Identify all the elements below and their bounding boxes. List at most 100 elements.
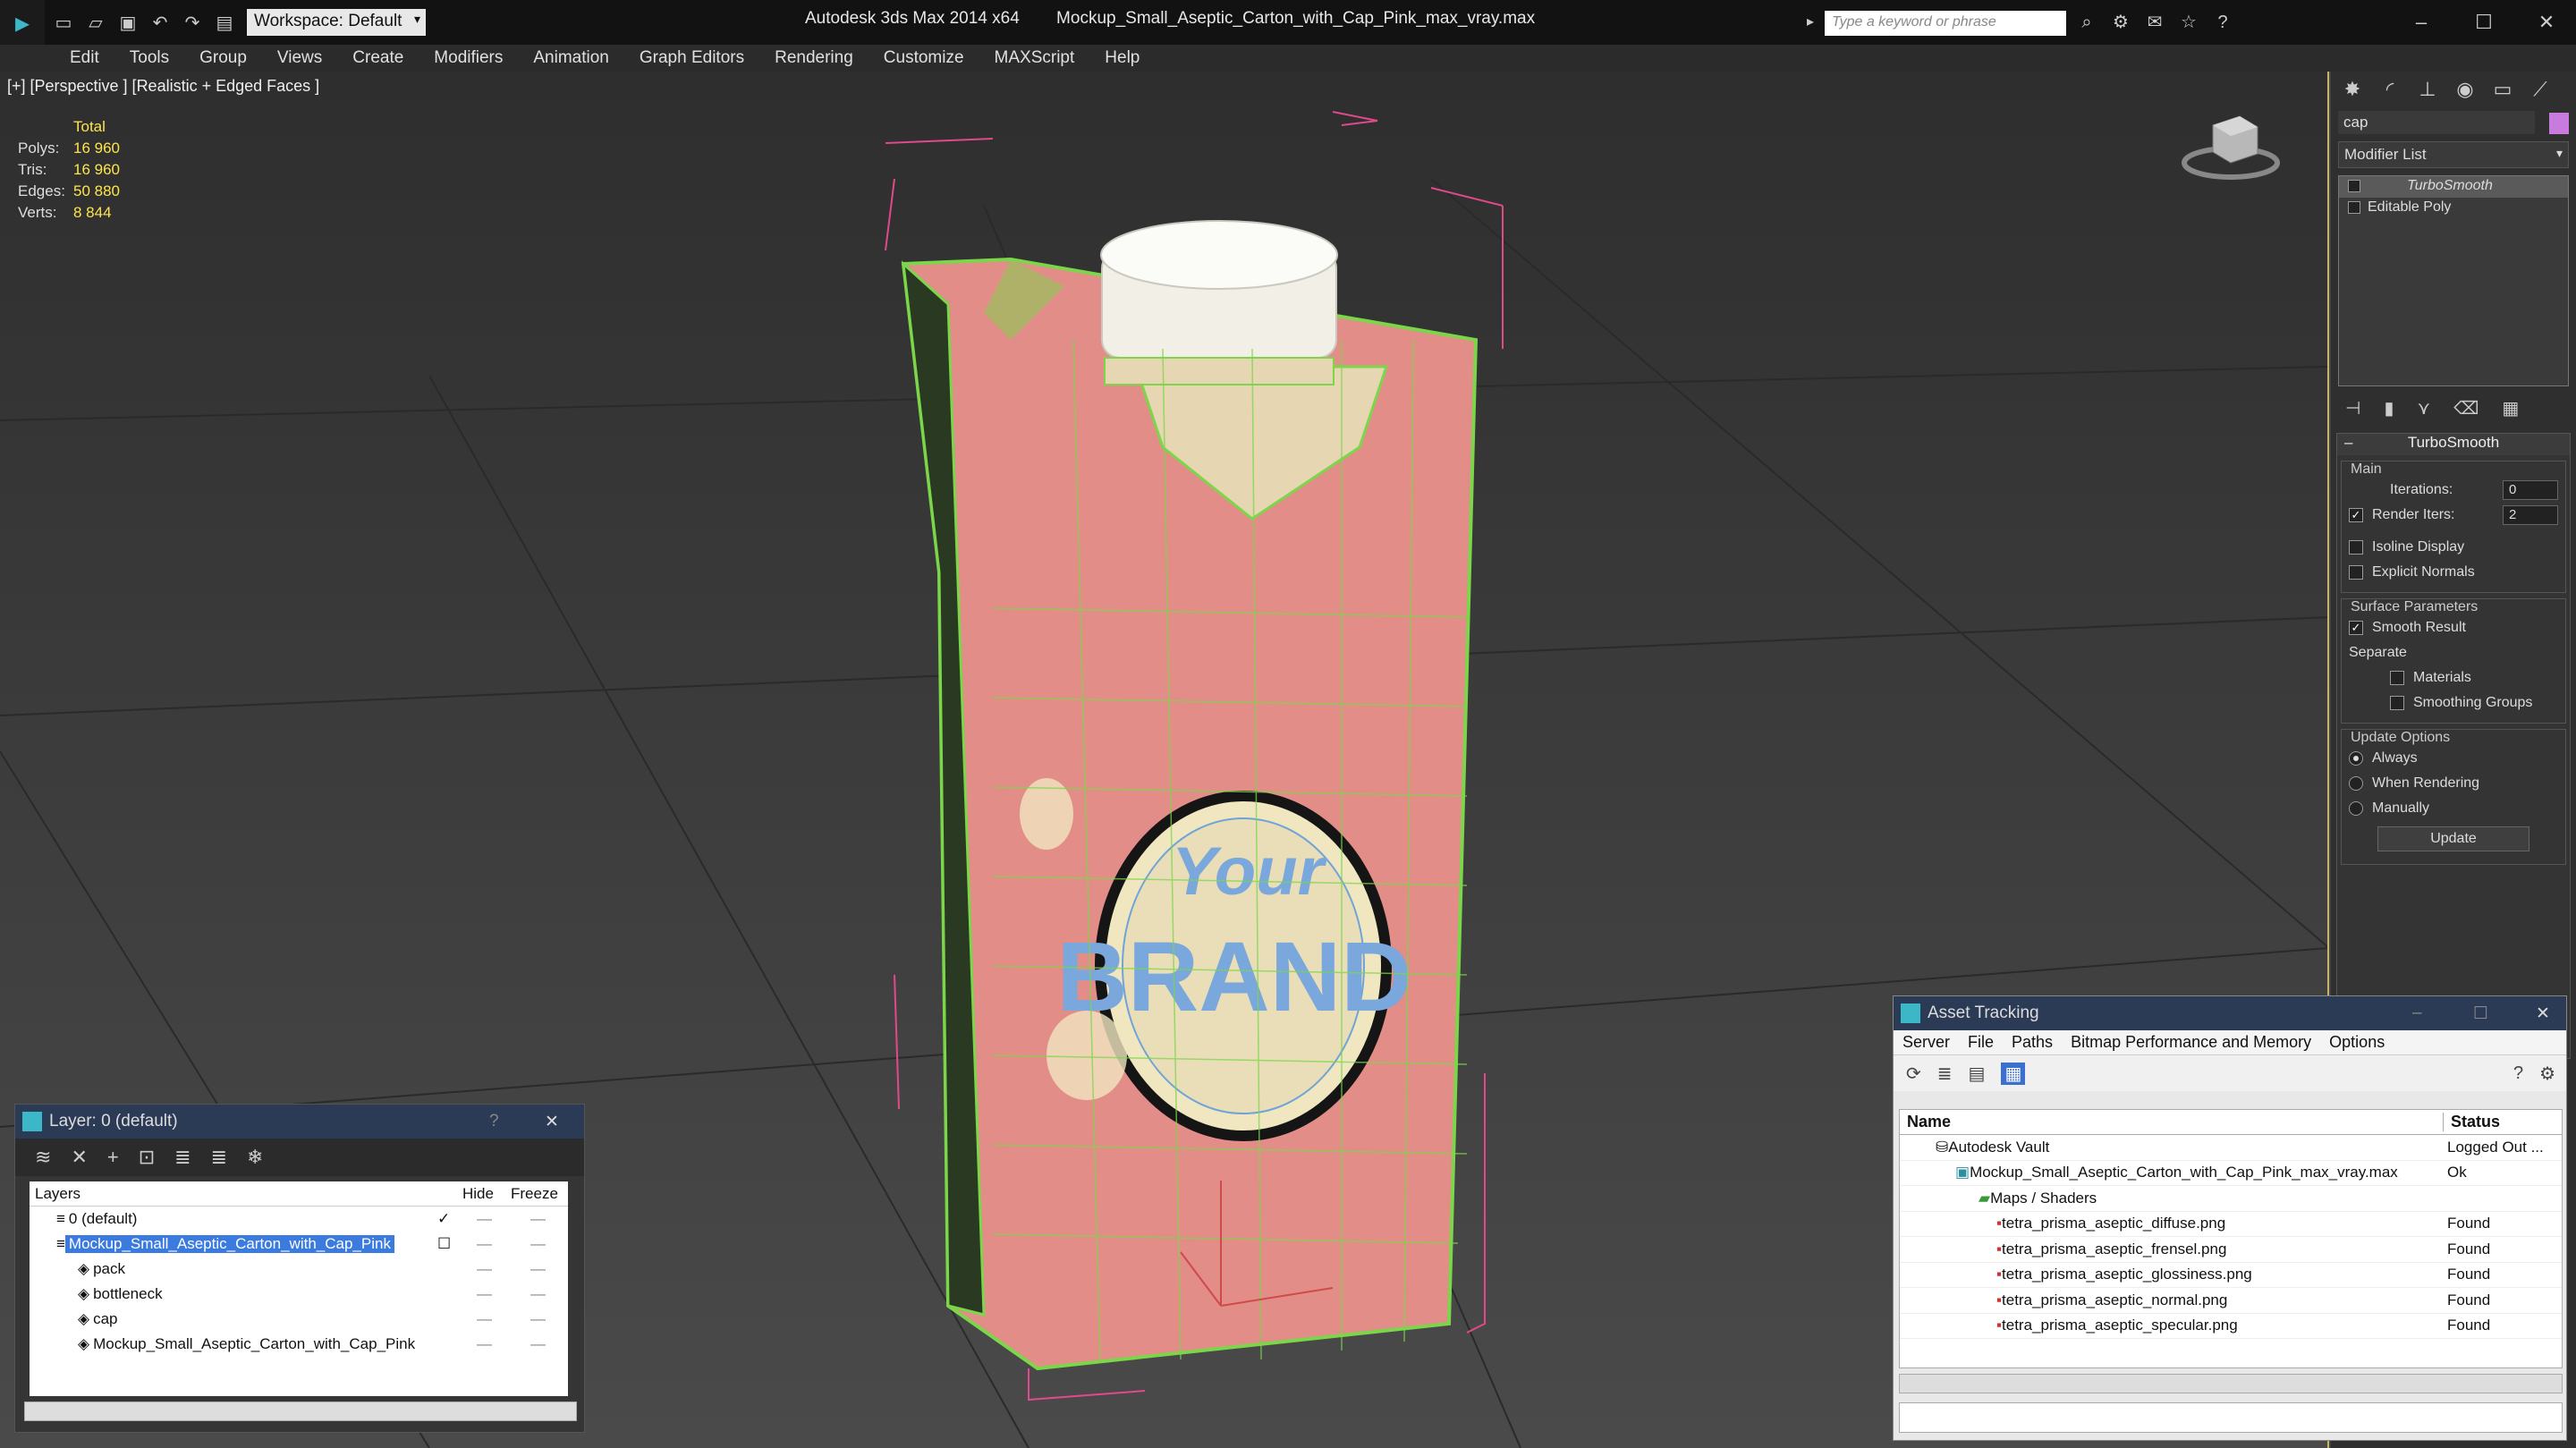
utilities-tab-icon[interactable]: ⟋ <box>2524 75 2556 104</box>
minimize-button[interactable]: – <box>2406 7 2436 38</box>
create-tab-icon[interactable]: ✸ <box>2336 75 2368 104</box>
freeze-toggle[interactable]: — <box>530 1260 546 1278</box>
explicit-normals-checkbox[interactable] <box>2349 565 2363 580</box>
app-logo-icon[interactable]: ▸ <box>0 0 45 45</box>
hide-toggle[interactable]: — <box>477 1210 492 1228</box>
create-layer-icon[interactable]: ≋ <box>35 1146 51 1169</box>
viewport-label[interactable]: [+] [Perspective ] [Realistic + Edged Fa… <box>7 77 319 96</box>
subscription-icon[interactable]: ⚙ <box>2109 11 2132 34</box>
horizontal-scrollbar[interactable] <box>1899 1374 2563 1393</box>
stack-item-editable-poly[interactable]: Editable Poly <box>2339 198 2568 219</box>
show-end-result-icon[interactable]: ▮ <box>2384 397 2394 419</box>
menu-customize[interactable]: Customize <box>884 48 964 68</box>
when-rendering-radio[interactable] <box>2349 776 2363 791</box>
asset-row[interactable]: ▪ tetra_prisma_aseptic_frensel.png Found <box>1900 1237 2562 1263</box>
workspace-dropdown[interactable]: Workspace: Default ▾ <box>247 9 426 36</box>
menu-server[interactable]: Server <box>1902 1033 1950 1052</box>
undo-icon[interactable]: ↶ <box>147 9 174 36</box>
always-radio[interactable] <box>2349 751 2363 766</box>
object-row[interactable]: ◈ pack — — <box>30 1257 568 1282</box>
save-file-icon[interactable]: ▣ <box>114 9 141 36</box>
freeze-all-icon[interactable]: ❄ <box>247 1146 263 1169</box>
close-icon[interactable]: ✕ <box>545 1112 559 1132</box>
menu-rendering[interactable]: Rendering <box>775 48 853 68</box>
menu-tools[interactable]: Tools <box>130 48 169 68</box>
help-icon[interactable]: ? <box>489 1112 499 1131</box>
hide-toggle[interactable]: — <box>477 1235 492 1253</box>
binoculars-icon[interactable]: ⌕ <box>2075 11 2098 34</box>
hide-all-icon[interactable]: ≣ <box>211 1146 227 1169</box>
pin-stack-icon[interactable]: ⊣ <box>2345 397 2360 419</box>
freeze-toggle[interactable]: — <box>530 1235 546 1253</box>
open-file-icon[interactable]: ▱ <box>82 9 109 36</box>
iterations-spinner[interactable]: 0 <box>2503 480 2558 500</box>
modifier-list-dropdown[interactable]: Modifier List ▾ <box>2338 141 2569 168</box>
remove-modifier-icon[interactable]: ⌫ <box>2453 397 2479 419</box>
asset-row[interactable]: ▰ Maps / Shaders <box>1900 1186 2562 1212</box>
hide-toggle[interactable]: — <box>477 1310 492 1328</box>
layer-row[interactable]: ≡ 0 (default) ✓ — — <box>30 1207 568 1232</box>
render-iters-spinner[interactable]: 2 <box>2503 505 2558 525</box>
freeze-toggle[interactable]: — <box>530 1310 546 1328</box>
close-icon[interactable]: ✕ <box>2536 1003 2550 1024</box>
asset-row[interactable]: ▪ tetra_prisma_aseptic_normal.png Found <box>1900 1288 2562 1314</box>
update-button[interactable]: Update <box>2377 826 2529 851</box>
detail-view-icon[interactable]: ▤ <box>1969 1063 1986 1085</box>
configure-sets-icon[interactable]: ▦ <box>2502 397 2519 419</box>
object-row[interactable]: ◈ bottleneck — — <box>30 1282 568 1307</box>
manually-radio[interactable] <box>2349 801 2363 816</box>
menu-graph-editors[interactable]: Graph Editors <box>640 48 744 68</box>
favorites-star-icon[interactable]: ☆ <box>2177 11 2200 34</box>
asset-row[interactable]: ▣ Mockup_Small_Aseptic_Carton_with_Cap_P… <box>1900 1161 2562 1186</box>
menu-edit[interactable]: Edit <box>70 48 99 68</box>
stack-item-turbosmooth[interactable]: TurboSmooth <box>2339 176 2568 198</box>
refresh-icon[interactable]: ⟳ <box>1906 1063 1921 1085</box>
project-folder-icon[interactable]: ▤ <box>211 9 238 36</box>
rollout-header[interactable]: – TurboSmooth <box>2337 434 2570 455</box>
col-status[interactable]: Status <box>2444 1113 2500 1131</box>
display-tab-icon[interactable]: ▭ <box>2487 75 2519 104</box>
maximize-icon[interactable]: ☐ <box>2473 1003 2488 1024</box>
expand-icon[interactable] <box>2348 201 2360 214</box>
freeze-toggle[interactable]: — <box>530 1210 546 1228</box>
redo-icon[interactable]: ↷ <box>179 9 206 36</box>
maximize-button[interactable]: ☐ <box>2469 7 2499 38</box>
list-view-icon[interactable]: ≣ <box>1937 1063 1953 1085</box>
close-button[interactable]: ✕ <box>2531 7 2562 38</box>
asset-panel-titlebar[interactable]: Asset Tracking – ☐ ✕ <box>1894 996 2566 1030</box>
motion-tab-icon[interactable]: ◉ <box>2449 75 2481 104</box>
layer-panel-titlebar[interactable]: Layer: 0 (default) ? ✕ <box>15 1105 584 1139</box>
menu-file[interactable]: File <box>1968 1033 1994 1052</box>
layer-row[interactable]: ≡ Mockup_Small_Aseptic_Carton_with_Cap_P… <box>30 1232 568 1257</box>
object-color-swatch[interactable] <box>2549 113 2569 134</box>
add-to-layer-icon[interactable]: + <box>107 1146 119 1169</box>
search-input[interactable]: Type a keyword or phrase <box>1825 11 2066 36</box>
col-name[interactable]: Name <box>1900 1113 2444 1131</box>
materials-checkbox[interactable] <box>2390 671 2404 685</box>
set-active-box[interactable]: ☐ <box>437 1235 451 1253</box>
menu-help[interactable]: Help <box>1105 48 1140 68</box>
highlight-layer-icon[interactable]: ≣ <box>174 1146 191 1169</box>
asset-row[interactable]: ▪ tetra_prisma_aseptic_glossiness.png Fo… <box>1900 1263 2562 1288</box>
make-unique-icon[interactable]: ⋎ <box>2417 397 2430 419</box>
isoline-display-checkbox[interactable] <box>2349 540 2363 555</box>
render-iters-checkbox[interactable]: ✓ <box>2349 508 2363 522</box>
freeze-toggle[interactable]: — <box>530 1285 546 1303</box>
lightbulb-icon[interactable] <box>2348 180 2360 192</box>
smoothing-groups-checkbox[interactable] <box>2390 696 2404 710</box>
menu-options[interactable]: Options <box>2329 1033 2385 1052</box>
col-freeze[interactable]: Freeze <box>511 1185 558 1203</box>
table-view-icon[interactable]: ▦ <box>2001 1062 2026 1085</box>
freeze-toggle[interactable]: — <box>530 1335 546 1353</box>
modify-tab-icon[interactable]: ◜ <box>2374 75 2406 104</box>
menu-views[interactable]: Views <box>277 48 322 68</box>
menu-maxscript[interactable]: MAXScript <box>995 48 1075 68</box>
minimize-icon[interactable]: – <box>2412 1003 2422 1023</box>
help-icon[interactable]: ? <box>2211 11 2234 34</box>
settings-icon[interactable]: ⚙ <box>2539 1063 2555 1085</box>
menu-animation[interactable]: Animation <box>533 48 609 68</box>
menu-modifiers[interactable]: Modifiers <box>434 48 503 68</box>
asset-row[interactable]: ⛁ Autodesk Vault Logged Out ... <box>1900 1135 2562 1161</box>
communication-icon[interactable]: ✉ <box>2143 11 2166 34</box>
menu-group[interactable]: Group <box>199 48 247 68</box>
